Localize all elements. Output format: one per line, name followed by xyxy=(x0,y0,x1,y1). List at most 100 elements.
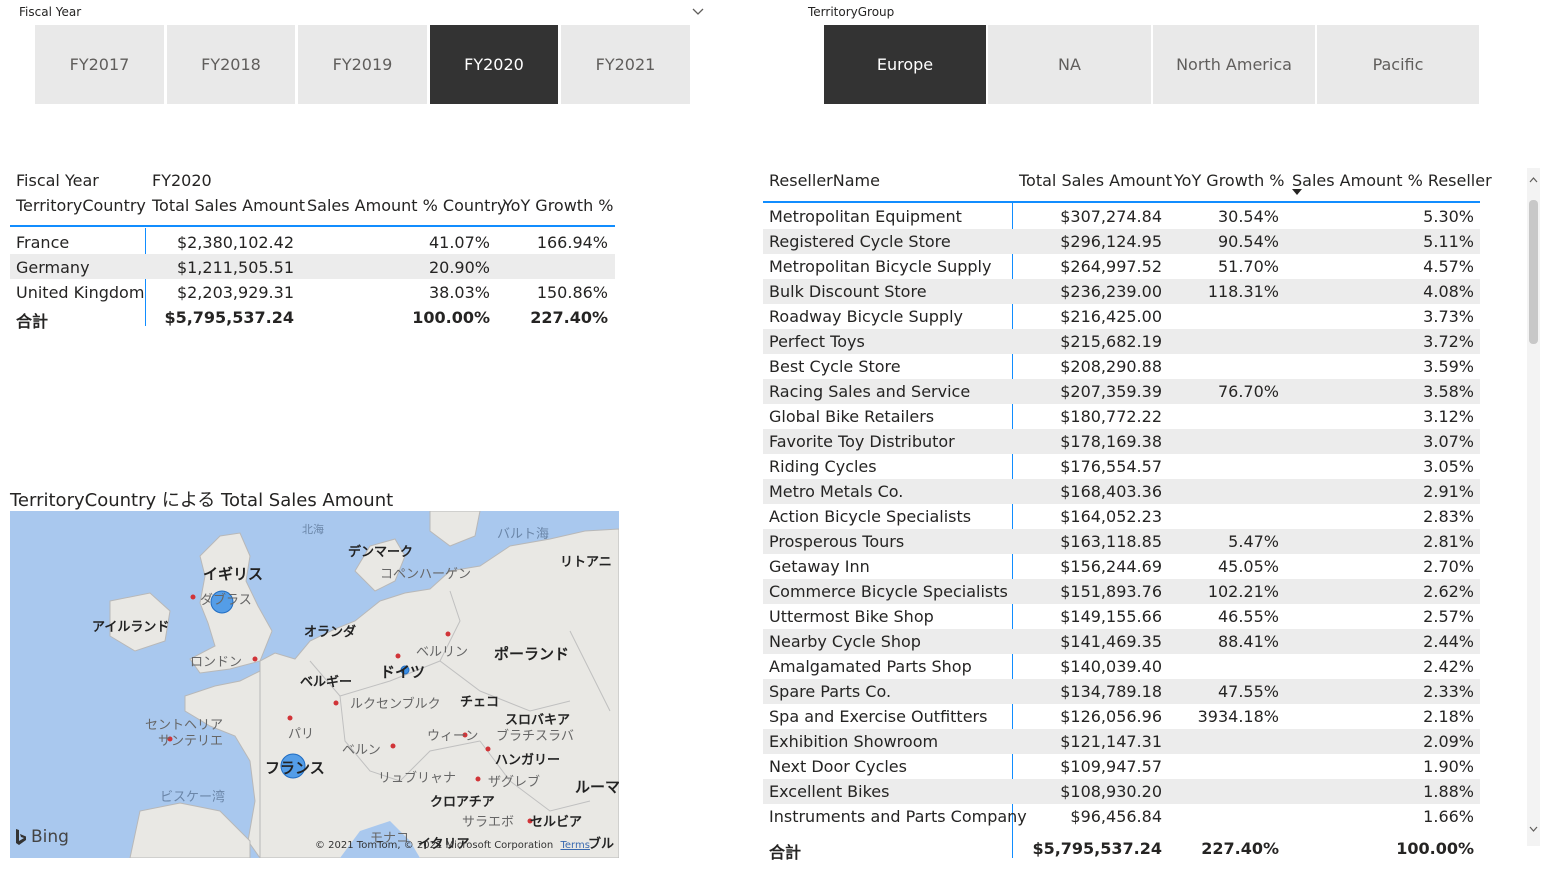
table-cell-total-sales: $149,155.66 xyxy=(1060,607,1162,626)
table-row[interactable]: Metropolitan Bicycle Supply $264,997.52 51… xyxy=(763,254,1480,279)
slicer-tile-north-america[interactable]: North America xyxy=(1153,25,1315,104)
scroll-down-icon[interactable] xyxy=(1529,826,1538,833)
table-row[interactable]: Riding Cycles $176,554.57 3.05% xyxy=(763,454,1480,479)
table-cell-reseller-name: Uttermost Bike Shop xyxy=(769,607,934,626)
map-terms-link[interactable]: Terms xyxy=(560,840,589,851)
table-cell-reseller-name: Commerce Bicycle Specialists xyxy=(769,582,1008,601)
scroll-up-icon[interactable] xyxy=(1529,176,1538,183)
table-row[interactable]: Getaway Inn $156,244.69 45.05% 2.70% xyxy=(763,554,1480,579)
table-cell-reseller-name: Excellent Bikes xyxy=(769,782,890,801)
table-row[interactable]: Uttermost Bike Shop $149,155.66 46.55% 2.57… xyxy=(763,604,1480,629)
slicer-tile-fy2017[interactable]: FY2017 xyxy=(35,25,164,104)
slicer-tile-fy2019[interactable]: FY2019 xyxy=(298,25,427,104)
slicer-tile-fy2021[interactable]: FY2021 xyxy=(561,25,690,104)
map-label-bern: ベルン xyxy=(342,743,381,758)
table-cell-total-sales: $236,239.00 xyxy=(1060,282,1162,301)
table-cell-sales-pct: 2.83% xyxy=(1423,507,1474,526)
table-row[interactable]: Exhibition Showroom $121,147.31 2.09% xyxy=(763,729,1480,754)
matrix-cell-total: $1,211,505.51 xyxy=(176,258,294,277)
sort-descending-icon[interactable] xyxy=(1292,189,1302,196)
bing-logo: Bing xyxy=(14,827,69,847)
table-row[interactable]: Racing Sales and Service $207,359.39 76.70… xyxy=(763,379,1480,404)
matrix-cell-total: $2,380,102.42 xyxy=(176,233,294,252)
table-row[interactable]: Prosperous Tours $163,118.85 5.47% 2.81% xyxy=(763,529,1480,554)
table-row[interactable]: Roadway Bicycle Supply $216,425.00 3.73% xyxy=(763,304,1480,329)
table-cell-sales-pct: 3.05% xyxy=(1423,457,1474,476)
table-cell-total-sales: $134,789.18 xyxy=(1060,682,1162,701)
table-cell-sales-pct: 4.57% xyxy=(1423,257,1474,276)
table-row[interactable]: Action Bicycle Specialists $164,052.23 2.8… xyxy=(763,504,1480,529)
table-cell-reseller-name: Metropolitan Equipment xyxy=(769,207,962,226)
map-label-north-sea: 北海 xyxy=(302,523,324,536)
table-row[interactable]: Registered Cycle Store $296,124.95 90.54% 5… xyxy=(763,229,1480,254)
map-label-sarajevo: サラエボ xyxy=(462,815,515,830)
table-row[interactable]: Next Door Cycles $109,947.57 1.90% xyxy=(763,754,1480,779)
table-cell-sales-pct: 2.81% xyxy=(1423,532,1474,551)
table-row[interactable]: Excellent Bikes $108,930.20 1.88% xyxy=(763,779,1480,804)
table-total-yoy: 227.40% xyxy=(1201,839,1279,858)
table-cell-sales-pct: 2.62% xyxy=(1423,582,1474,601)
table-row[interactable]: Spare Parts Co. $134,789.18 47.55% 2.33% xyxy=(763,679,1480,704)
table-row[interactable]: Nearby Cycle Shop $141,469.35 88.41% 2.44% xyxy=(763,629,1480,654)
map-label-baltic: バルト海 xyxy=(497,527,550,542)
table-header-total-sales[interactable]: Total Sales Amount xyxy=(1019,171,1172,190)
table-cell-reseller-name: Action Bicycle Specialists xyxy=(769,507,972,526)
table-cell-yoy-growth: 46.55% xyxy=(1217,607,1279,626)
table-row[interactable]: Perfect Toys $215,682.19 3.72% xyxy=(763,329,1480,354)
table-cell-reseller-name: Metro Metals Co. xyxy=(769,482,904,501)
matrix-cell-pct: 38.03% xyxy=(428,283,490,302)
map-label-london: ロンドン xyxy=(190,655,243,670)
table-total-pct: 100.00% xyxy=(1396,839,1474,858)
slicer-tile-fy2018[interactable]: FY2018 xyxy=(167,25,295,104)
table-scrollbar[interactable] xyxy=(1527,168,1540,846)
matrix-header-sales-pct-country[interactable]: Sales Amount % Country xyxy=(307,196,506,215)
table-cell-sales-pct: 3.59% xyxy=(1423,357,1474,376)
slicer-tile-fy2020[interactable]: FY2020 xyxy=(430,25,558,104)
matrix-header-total-sales[interactable]: Total Sales Amount xyxy=(152,196,305,215)
table-header-sales-pct-reseller[interactable]: Sales Amount % Reseller xyxy=(1292,171,1492,190)
table-row[interactable]: Spa and Exercise Outfitters $126,056.96 39… xyxy=(763,704,1480,729)
table-header-yoy-growth[interactable]: YoY Growth % xyxy=(1174,171,1285,190)
table-header-reseller-name[interactable]: ResellerName xyxy=(769,171,880,190)
scrollbar-thumb[interactable] xyxy=(1529,200,1538,344)
table-row[interactable]: Global Bike Retailers $180,772.22 3.12% xyxy=(763,404,1480,429)
slicer-tile-pacific[interactable]: Pacific xyxy=(1317,25,1479,104)
table-row[interactable]: Bulk Discount Store $236,239.00 118.31% 4.0… xyxy=(763,279,1480,304)
table-cell-reseller-name: Global Bike Retailers xyxy=(769,407,935,426)
table-row[interactable]: Best Cycle Store $208,290.88 3.59% xyxy=(763,354,1480,379)
map-label-copenhagen: コペンハーゲン xyxy=(380,567,472,582)
table-row[interactable]: Amalgamated Parts Shop $140,039.40 2.42% xyxy=(763,654,1480,679)
table-row[interactable]: Favorite Toy Distributor $178,169.38 3.07% xyxy=(763,429,1480,454)
table-cell-sales-pct: 2.18% xyxy=(1423,707,1474,726)
map-label-germany: ドイツ xyxy=(380,663,426,681)
matrix-col-header-value: FY2020 xyxy=(152,171,212,190)
table-header-divider xyxy=(763,201,1480,203)
table-cell-sales-pct: 2.44% xyxy=(1423,632,1474,651)
table-cell-reseller-name: Registered Cycle Store xyxy=(769,232,951,251)
table-row[interactable]: Commerce Bicycle Specialists $151,893.76 1… xyxy=(763,579,1480,604)
table-cell-total-sales: $307,274.84 xyxy=(1060,207,1162,226)
table-row[interactable]: Instruments and Parts Company $96,456.84 1… xyxy=(763,804,1480,829)
matrix-row-header[interactable]: TerritoryCountry xyxy=(16,196,146,215)
table-cell-yoy-growth: 51.70% xyxy=(1217,257,1279,276)
slicer-tile-europe[interactable]: Europe xyxy=(824,25,986,104)
table-cell-sales-pct: 2.91% xyxy=(1423,482,1474,501)
map-label-poland: ポーランド xyxy=(494,645,570,663)
map-label-vienna: ウィーン xyxy=(427,729,479,744)
map-label-romania: ルーマ xyxy=(575,778,619,796)
table-cell-yoy-growth: 76.70% xyxy=(1217,382,1279,401)
table-row[interactable]: Metropolitan Equipment $307,274.84 30.54% 5… xyxy=(763,204,1480,229)
map-label-croatia: クロアチア xyxy=(430,795,495,810)
table-cell-total-sales: $164,052.23 xyxy=(1060,507,1162,526)
table-cell-total-sales: $140,039.40 xyxy=(1060,657,1162,676)
table-cell-total-sales: $126,056.96 xyxy=(1060,707,1162,726)
table-cell-sales-pct: 3.72% xyxy=(1423,332,1474,351)
matrix-header-yoy-growth[interactable]: YoY Growth % xyxy=(503,196,614,215)
table-row[interactable]: Metro Metals Co. $168,403.36 2.91% xyxy=(763,479,1480,504)
bing-icon xyxy=(16,829,26,845)
slicer-tile-na[interactable]: NA xyxy=(988,25,1151,104)
map-visual[interactable]: 北海 バルト海 デンマーク リトアニ コペンハーゲン イギリス ダブラス アイル… xyxy=(10,511,619,858)
table-cell-sales-pct: 3.12% xyxy=(1423,407,1474,426)
table-cell-yoy-growth: 3934.18% xyxy=(1197,707,1279,726)
chevron-down-icon[interactable] xyxy=(691,4,705,18)
